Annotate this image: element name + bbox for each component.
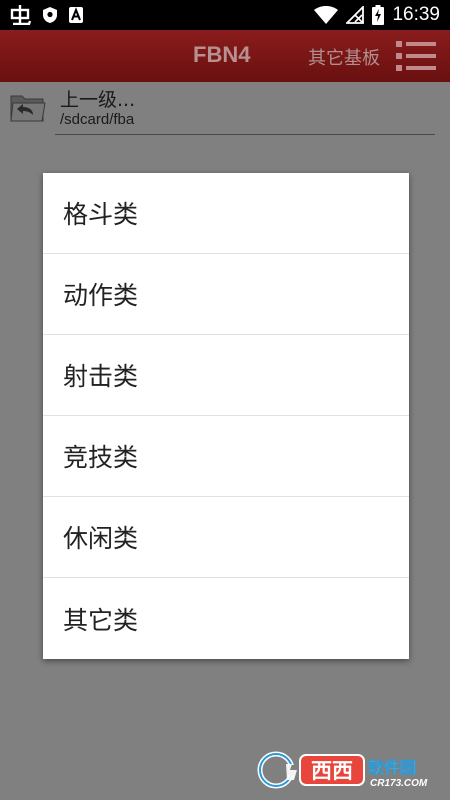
category-sports[interactable]: 竞技类 xyxy=(43,416,409,497)
category-shooting[interactable]: 射击类 xyxy=(43,335,409,416)
watermark-brand-sub: 软件园 xyxy=(368,758,416,777)
clock: 16:39 xyxy=(392,4,440,25)
title-bar: FBN4 其它基板 xyxy=(0,30,450,82)
battery-charging-icon xyxy=(372,5,385,25)
parent-directory-row[interactable]: 上一级... /sdcard/fba xyxy=(0,82,450,134)
watermark-logo: 西西 软件园 CR173.COM xyxy=(257,751,428,789)
app-title: FBN4 xyxy=(193,42,251,67)
parent-directory-label: 上一级... xyxy=(60,89,136,111)
category-dialog: 格斗类 动作类 射击类 竞技类 休闲类 其它类 xyxy=(43,173,409,659)
folder-up-icon xyxy=(10,95,46,122)
category-casual[interactable]: 休闲类 xyxy=(43,497,409,578)
category-fighting[interactable]: 格斗类 xyxy=(43,173,409,254)
other-boards-button[interactable]: 其它基板 xyxy=(308,44,380,70)
no-signal-icon xyxy=(346,6,365,24)
current-path: /sdcard/fba xyxy=(60,111,135,128)
status-bar: 16:39 xyxy=(0,0,450,30)
category-other[interactable]: 其它类 xyxy=(43,578,409,659)
bug-notification-icon xyxy=(10,5,32,25)
menu-list-icon[interactable] xyxy=(396,39,436,73)
watermark-site: CR173.COM xyxy=(370,778,428,789)
wifi-icon xyxy=(314,6,339,24)
watermark-brand-main: 西西 xyxy=(311,759,353,783)
system-status-icons: 16:39 xyxy=(314,4,440,26)
notification-icons xyxy=(10,5,84,25)
category-action[interactable]: 动作类 xyxy=(43,254,409,335)
list-divider xyxy=(55,134,435,135)
shield-notification-icon xyxy=(43,7,57,23)
app-a-notification-icon xyxy=(69,7,83,23)
